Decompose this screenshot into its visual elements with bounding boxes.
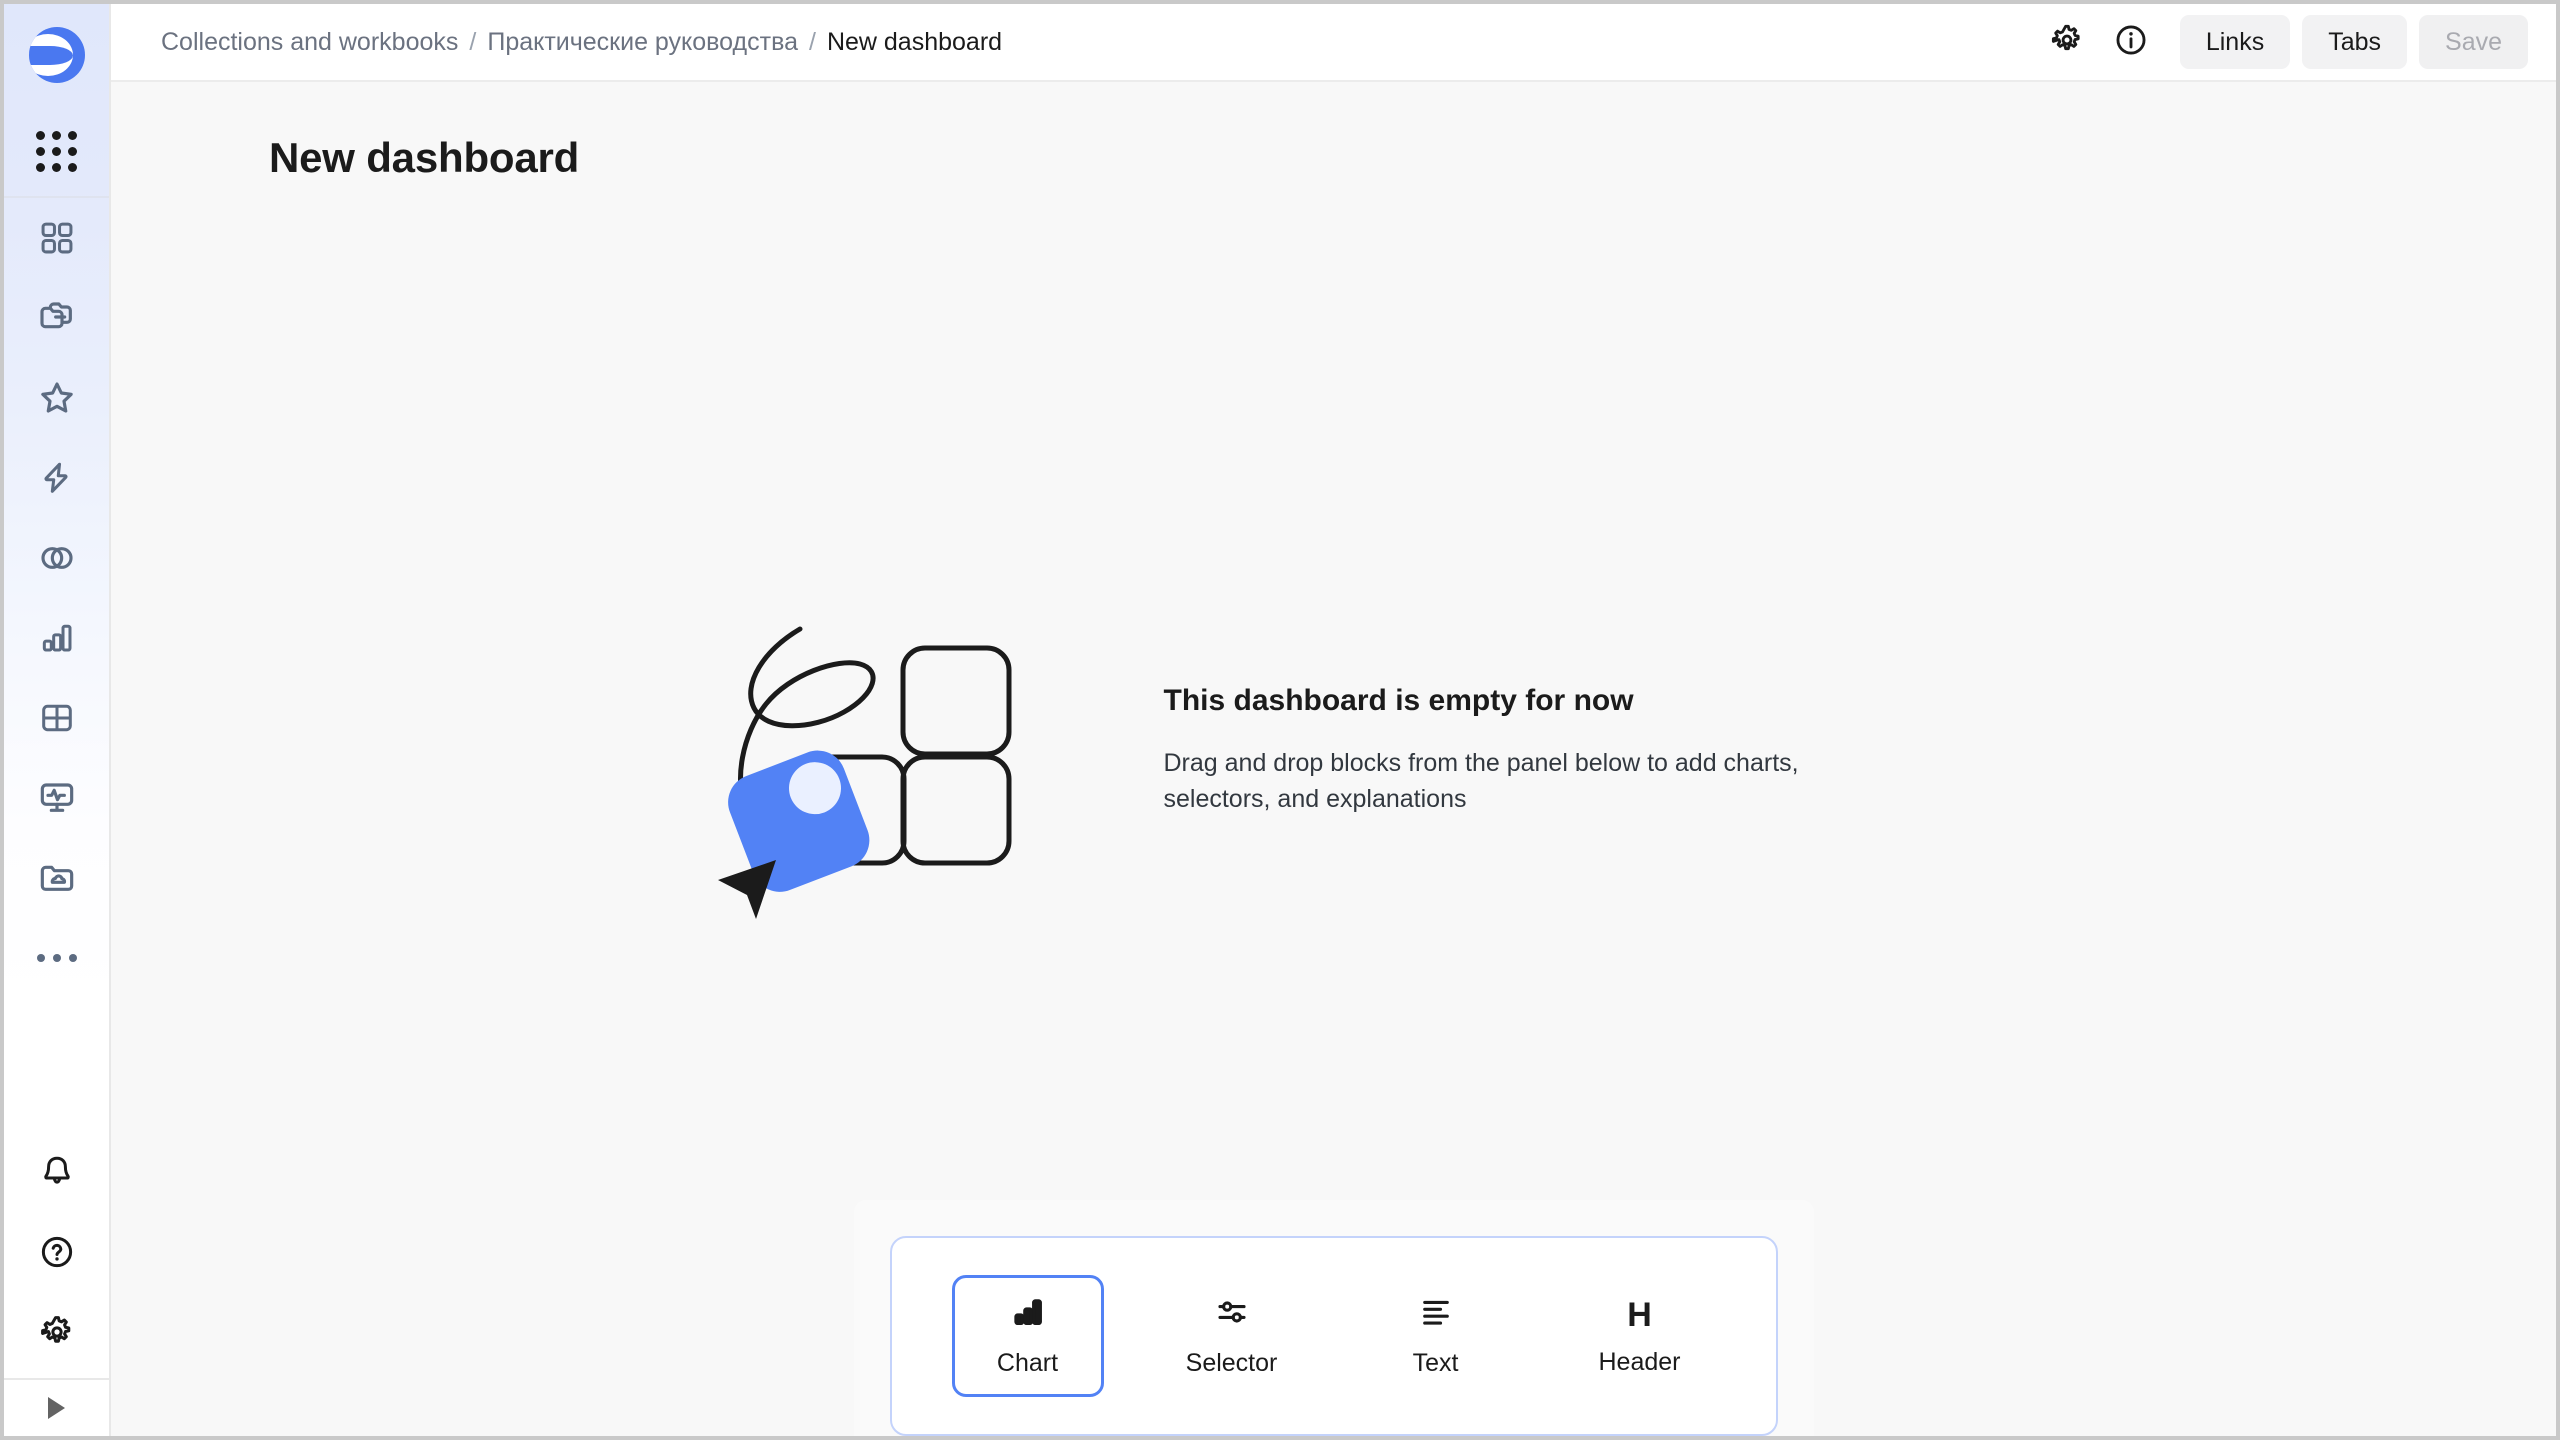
breadcrumb-item-workbook[interactable]: Практические руководства (487, 28, 798, 57)
sidebar-item-dashboards[interactable] (4, 198, 109, 278)
palette-item-selector[interactable]: Selector (1156, 1275, 1308, 1397)
sidebar-item-storage[interactable] (4, 838, 109, 918)
palette-item-text[interactable]: Text (1360, 1275, 1512, 1397)
page-title-bar: New dashboard (111, 82, 2556, 182)
left-sidebar (4, 4, 111, 1436)
empty-state: This dashboard is empty for now Drag and… (704, 612, 1844, 922)
empty-state-text: This dashboard is empty for now Drag and… (1034, 612, 1844, 817)
palette-item-label: Text (1412, 1349, 1459, 1377)
app-logo[interactable] (4, 4, 109, 106)
palette-item-label: Chart (996, 1349, 1059, 1377)
block-palette: Chart Selector Text H Header (889, 1236, 1778, 1436)
question-circle-icon (38, 1233, 76, 1271)
sliders-icon (1214, 1294, 1250, 1335)
gear-icon (38, 1313, 76, 1351)
info-circle-icon (2113, 22, 2149, 63)
dashboard-settings-button[interactable] (2040, 15, 2094, 69)
empty-state-description: Drag and drop blocks from the panel belo… (1163, 749, 1799, 813)
expand-arrow-icon (48, 1397, 65, 1419)
star-icon (37, 378, 77, 418)
venn-circles-icon (37, 538, 77, 578)
bar-chart-icon (38, 619, 76, 657)
palette-item-chart[interactable]: Chart (951, 1275, 1104, 1397)
breadcrumb-separator: / (469, 27, 477, 56)
palette-item-label: Header (1598, 1347, 1681, 1376)
heading-h-icon: H (1627, 1295, 1652, 1334)
palette-item-header[interactable]: H Header (1564, 1275, 1716, 1397)
links-button[interactable]: Links (2179, 15, 2291, 69)
breadcrumb-separator: / (808, 27, 816, 56)
page-title: New dashboard (269, 134, 580, 181)
datalens-logo-icon (28, 27, 85, 83)
sidebar-collapse-toggle[interactable] (4, 1378, 109, 1436)
datalens-app-window: Collections and workbooks / Практические… (0, 0, 2560, 1440)
sidebar-top-section (4, 4, 109, 196)
breadcrumb-item-current: New dashboard (826, 27, 1003, 56)
folder-cloud-icon (37, 858, 77, 898)
sidebar-item-datasets[interactable] (4, 518, 109, 598)
monitor-pulse-icon (37, 778, 77, 818)
breadcrumb: Collections and workbooks / Практические… (161, 28, 1002, 57)
sidebar-item-tables[interactable] (4, 678, 109, 758)
empty-state-title: This dashboard is empty for now (1163, 684, 1634, 717)
text-align-left-icon (1418, 1294, 1454, 1335)
apps-grid-icon (36, 130, 77, 172)
breadcrumb-item-collections[interactable]: Collections and workbooks (161, 28, 458, 57)
empty-dashboard-illustration (704, 612, 1034, 922)
sidebar-item-collections[interactable] (4, 278, 109, 358)
lightning-icon (38, 459, 76, 497)
sidebar-item-settings[interactable] (4, 1292, 109, 1372)
sidebar-item-notifications[interactable] (4, 1132, 109, 1212)
sidebar-item-favorites[interactable] (4, 358, 109, 438)
sidebar-bottom-list (4, 1132, 109, 1378)
sidebar-item-charts[interactable] (4, 598, 109, 678)
dashboards-grid-icon (38, 219, 76, 257)
tabs-button[interactable]: Tabs (2302, 15, 2408, 69)
save-button[interactable]: Save (2419, 15, 2528, 69)
dashboard-info-button[interactable] (2104, 15, 2158, 69)
sidebar-item-connections[interactable] (4, 438, 109, 518)
palette-item-label: Selector (1185, 1349, 1278, 1377)
apps-launcher-button[interactable] (4, 106, 109, 196)
block-palette-container: Chart Selector Text H Header (853, 1200, 1814, 1436)
sidebar-item-monitoring[interactable] (4, 758, 109, 838)
bar-chart-icon (1010, 1294, 1046, 1335)
top-bar-actions: Links Tabs Save (2040, 15, 2528, 69)
ellipsis-icon (36, 954, 77, 962)
dashboard-canvas: This dashboard is empty for now Drag and… (111, 182, 2556, 1436)
folders-icon (37, 298, 77, 338)
bell-icon (38, 1153, 76, 1191)
sidebar-item-help[interactable] (4, 1212, 109, 1292)
top-bar: Collections and workbooks / Практические… (111, 4, 2556, 82)
sidebar-nav-list (4, 198, 109, 998)
gear-icon (2049, 22, 2085, 63)
main-area: Collections and workbooks / Практические… (111, 4, 2556, 1436)
table-grid-icon (38, 699, 76, 737)
sidebar-item-more[interactable] (4, 918, 109, 998)
